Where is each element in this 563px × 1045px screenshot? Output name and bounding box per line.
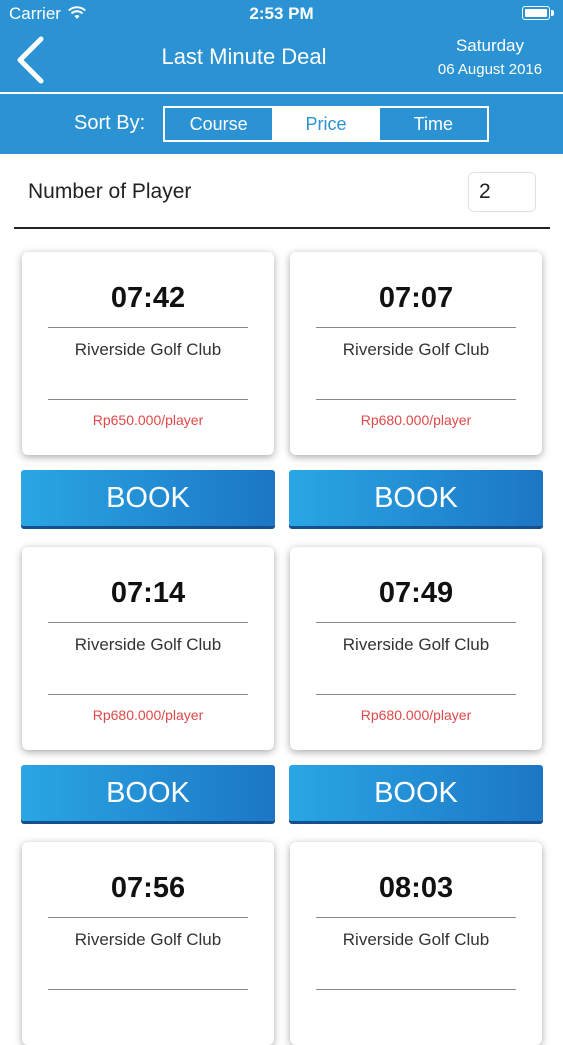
card-divider	[316, 989, 516, 990]
page-title: Last Minute Deal	[161, 44, 327, 69]
tee-time: 07:49	[378, 577, 454, 609]
sort-label: Sort By:	[74, 112, 146, 134]
price-per-player: Rp680.000/player	[92, 707, 204, 723]
sort-bar: Sort By: Course Price Time	[0, 94, 563, 154]
tee-time: 07:14	[110, 577, 186, 609]
price-per-player: Rp680.000/player	[360, 707, 472, 723]
card-divider	[48, 989, 248, 990]
battery-icon	[522, 6, 554, 20]
club-name: Riverside Golf Club	[342, 635, 490, 654]
deal-card[interactable]: 07:42 Riverside Golf Club Rp650.000/play…	[22, 252, 274, 455]
nav-date: Saturday 06 August 2016	[431, 36, 549, 78]
nav-day: Saturday	[455, 36, 525, 55]
deal-card[interactable]: 07:49 Riverside Golf Club Rp680.000/play…	[290, 547, 542, 750]
card-divider	[316, 694, 516, 695]
club-name: Riverside Golf Club	[74, 930, 222, 949]
tee-time: 08:03	[378, 872, 454, 904]
book-button[interactable]: BOOK	[289, 765, 543, 821]
player-count-field[interactable]: 2	[468, 172, 536, 212]
card-divider	[48, 694, 248, 695]
price-per-player: Rp680.000/player	[360, 412, 472, 428]
deal-card[interactable]: 07:07 Riverside Golf Club Rp680.000/play…	[290, 252, 542, 455]
book-button[interactable]: BOOK	[21, 470, 275, 526]
player-count-row: Number of Player 2	[0, 156, 563, 228]
deal-card[interactable]: 08:03 Riverside Golf Club	[290, 842, 542, 1045]
sort-option-price[interactable]: Price	[272, 108, 380, 140]
club-name: Riverside Golf Club	[74, 635, 222, 654]
card-divider	[316, 327, 516, 328]
card-divider	[48, 917, 248, 918]
clock-time: 2:53 PM	[249, 4, 314, 23]
price-per-player: Rp650.000/player	[92, 412, 204, 428]
club-name: Riverside Golf Club	[342, 340, 490, 359]
player-count-label: Number of Player	[28, 180, 192, 203]
tee-time: 07:42	[110, 282, 186, 314]
card-divider	[48, 399, 248, 400]
sort-option-course[interactable]: Course	[165, 108, 272, 140]
card-divider	[316, 917, 516, 918]
book-button[interactable]: BOOK	[289, 470, 543, 526]
divider	[14, 227, 550, 229]
club-name: Riverside Golf Club	[342, 930, 490, 949]
nav-full-date: 06 August 2016	[437, 61, 543, 78]
status-bar: Carrier 2:53 PM	[0, 0, 563, 28]
card-divider	[316, 622, 516, 623]
deal-card[interactable]: 07:56 Riverside Golf Club	[22, 842, 274, 1045]
nav-bar: Last Minute Deal Saturday 06 August 2016	[0, 28, 563, 92]
book-button[interactable]: BOOK	[21, 765, 275, 821]
deal-card[interactable]: 07:14 Riverside Golf Club Rp680.000/play…	[22, 547, 274, 750]
sort-option-time[interactable]: Time	[380, 108, 487, 140]
tee-time: 07:56	[110, 872, 186, 904]
card-divider	[48, 622, 248, 623]
card-divider	[316, 399, 516, 400]
card-divider	[48, 327, 248, 328]
club-name: Riverside Golf Club	[74, 340, 222, 359]
sort-segmented-control: Course Price Time	[163, 106, 489, 142]
tee-time: 07:07	[378, 282, 454, 314]
